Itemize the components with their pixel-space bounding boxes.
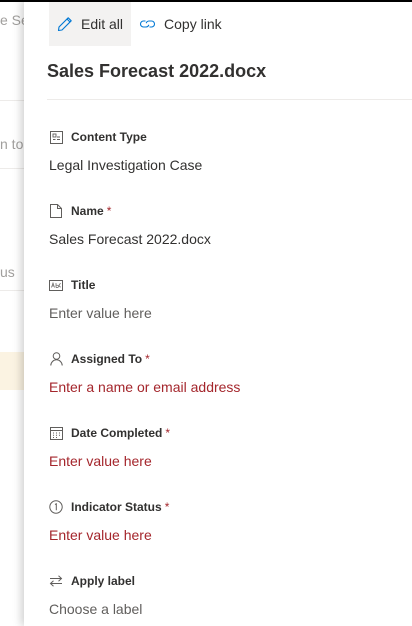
background-selected-row[interactable]: [0, 352, 24, 390]
field-label-row: Date Completed *: [49, 424, 389, 442]
field-label: Indicator Status: [71, 500, 162, 514]
calendar-icon: [49, 426, 63, 440]
link-icon: [140, 20, 156, 28]
text-field-icon: [49, 278, 63, 292]
field-label-row: Name *: [49, 202, 389, 220]
field-indicator-status: Indicator Status * Enter value here: [49, 498, 389, 543]
app-root: e Se n to us Edit all Copy link: [0, 0, 412, 626]
required-marker: *: [106, 204, 112, 218]
background-text: n to: [0, 136, 24, 152]
field-label-row: Title: [49, 276, 389, 294]
content-type-icon: [49, 130, 63, 144]
title-divider: [47, 99, 412, 100]
field-assigned-to: Assigned To * Enter a name or email addr…: [49, 350, 389, 395]
required-marker: *: [165, 426, 171, 440]
field-date-completed: Date Completed * Enter value here: [49, 424, 389, 469]
copy-link-button[interactable]: Copy link: [131, 2, 230, 46]
person-icon: [49, 352, 63, 366]
field-label: Date Completed: [71, 426, 163, 440]
field-label-row: Content Type: [49, 128, 389, 146]
field-label-row: Assigned To *: [49, 350, 389, 368]
command-bar: Edit all Copy link: [49, 2, 230, 46]
details-panel: Edit all Copy link Sales Forecast 2022.d…: [24, 0, 412, 626]
field-value[interactable]: Enter value here: [49, 305, 389, 321]
edit-all-label: Edit all: [81, 16, 124, 32]
edit-all-button[interactable]: Edit all: [49, 2, 132, 46]
field-label: Name: [71, 204, 104, 218]
background-divider: [0, 100, 24, 101]
field-title: Title Enter value here: [49, 276, 389, 321]
field-label-row: Apply label: [49, 572, 389, 590]
field-value[interactable]: Enter a name or email address: [49, 379, 389, 395]
field-label: Content Type: [71, 130, 147, 144]
field-value[interactable]: Enter value here: [49, 453, 389, 469]
copy-link-label: Copy link: [164, 16, 222, 32]
field-label: Title: [71, 278, 96, 292]
top-border: [0, 0, 24, 2]
field-label: Apply label: [71, 574, 136, 588]
required-marker: *: [164, 500, 170, 514]
background-column-header[interactable]: us: [0, 264, 15, 280]
field-value[interactable]: Enter value here: [49, 527, 389, 543]
background-divider: [0, 168, 24, 169]
field-label-row: Indicator Status *: [49, 498, 389, 516]
field-content-type: Content Type Legal Investigation Case: [49, 128, 389, 173]
info-icon: [49, 500, 63, 514]
field-label: Assigned To: [71, 352, 143, 366]
field-apply-label: Apply label Choose a label: [49, 572, 389, 617]
background-divider: [0, 290, 24, 291]
field-value[interactable]: Legal Investigation Case: [49, 157, 389, 173]
swap-arrows-icon: [49, 574, 63, 588]
field-value[interactable]: Sales Forecast 2022.docx: [49, 231, 389, 247]
document-icon: [49, 204, 63, 218]
edit-icon: [57, 17, 72, 32]
field-name: Name * Sales Forecast 2022.docx: [49, 202, 389, 247]
required-marker: *: [145, 352, 150, 366]
background-page: e Se n to us: [0, 0, 24, 626]
panel-title: Sales Forecast 2022.docx: [47, 61, 267, 81]
background-search-text: e Se: [0, 12, 24, 28]
field-value[interactable]: Choose a label: [49, 601, 389, 617]
